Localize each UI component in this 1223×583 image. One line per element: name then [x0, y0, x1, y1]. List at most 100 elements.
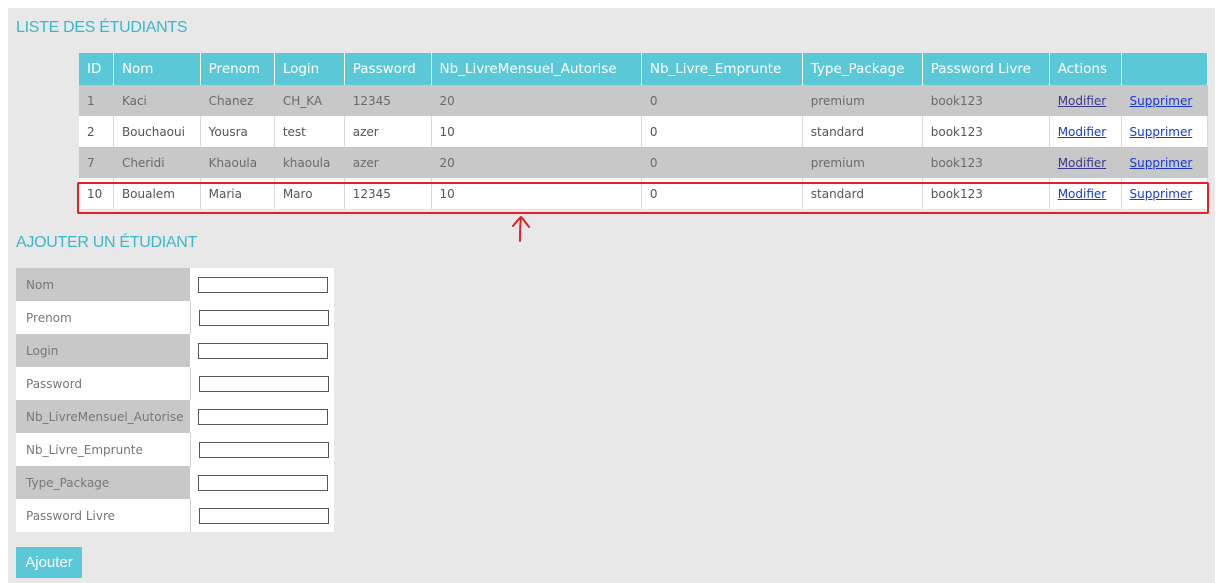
- form-label-prenom: Prenom: [16, 301, 191, 334]
- header-login: Login: [274, 53, 345, 85]
- cell-password-livre: book123: [922, 85, 1050, 116]
- cell-nom: Kaci: [113, 85, 201, 116]
- cell-password: 12345: [344, 85, 432, 116]
- type-package-input[interactable]: [198, 474, 328, 491]
- form-field-cell: [190, 334, 334, 367]
- content-area: LISTE DES ÉTUDIANTS ID Nom Prenom Login …: [8, 8, 1215, 583]
- add-student-form: Nom Prenom Login Password Nb_LivreMensue…: [16, 268, 334, 532]
- form-field-cell: [190, 433, 334, 466]
- cell-nb-emprunte: 0: [641, 85, 803, 116]
- cell-modifier: Modifier: [1049, 85, 1122, 116]
- form-field-cell: [190, 466, 334, 499]
- form-field-cell: [190, 268, 334, 301]
- form-label-password: Password: [16, 367, 191, 400]
- form-label-password-livre: Password Livre: [16, 499, 191, 532]
- cell-password-livre: book123: [922, 116, 1050, 147]
- form-row: Type_Package: [16, 466, 334, 499]
- form-row: Nb_LivreMensuel_Autorise: [16, 400, 334, 433]
- cell-modifier: Modifier: [1049, 116, 1122, 147]
- cell-login: test: [274, 116, 345, 147]
- supprimer-link[interactable]: Supprimer: [1130, 94, 1193, 108]
- header-id: ID: [79, 53, 114, 85]
- header-nb-autorise: Nb_LivreMensuel_Autorise: [431, 53, 642, 85]
- cell-type-package: standard: [802, 178, 923, 209]
- cell-id: 2: [79, 116, 114, 147]
- header-nom: Nom: [113, 53, 201, 85]
- page: LISTE DES ÉTUDIANTS ID Nom Prenom Login …: [0, 0, 1223, 583]
- cell-prenom: Yousra: [200, 116, 275, 147]
- add-title: AJOUTER UN ÉTUDIANT: [16, 234, 197, 251]
- table-header-row: ID Nom Prenom Login Password Nb_LivreMen…: [79, 53, 1209, 85]
- form-row: Prenom: [16, 301, 334, 334]
- cell-nb-autorise: 10: [431, 178, 642, 209]
- cell-id: 10: [79, 178, 114, 209]
- cell-id: 7: [79, 147, 114, 178]
- header-actions-extra: [1121, 53, 1209, 85]
- cell-supprimer: Supprimer: [1121, 147, 1209, 178]
- cell-prenom: Khaoula: [200, 147, 275, 178]
- modifier-link[interactable]: Modifier: [1058, 187, 1107, 201]
- supprimer-link[interactable]: Supprimer: [1130, 125, 1193, 139]
- cell-password: azer: [344, 116, 432, 147]
- red-hand-drawn-up-arrow-icon: [512, 216, 530, 242]
- login-input[interactable]: [198, 342, 328, 359]
- form-row: Nom: [16, 268, 334, 301]
- cell-id: 1: [79, 85, 114, 116]
- table-row: 10 Boualem Maria Maro 12345 10 0 standar…: [79, 178, 1209, 209]
- header-nb-emprunte: Nb_Livre_Emprunte: [641, 53, 803, 85]
- form-field-cell: [190, 499, 334, 532]
- table-row: 2 Bouchaoui Yousra test azer 10 0 standa…: [79, 116, 1209, 147]
- cell-nom: Cheridi: [113, 147, 201, 178]
- cell-supprimer: Supprimer: [1121, 116, 1209, 147]
- cell-prenom: Chanez: [200, 85, 275, 116]
- cell-modifier: Modifier: [1049, 147, 1122, 178]
- nom-input[interactable]: [198, 276, 328, 293]
- cell-login: Maro: [274, 178, 345, 209]
- cell-nom: Boualem: [113, 178, 201, 209]
- table-row: 1 Kaci Chanez CH_KA 12345 20 0 premium b…: [79, 85, 1209, 116]
- modifier-link[interactable]: Modifier: [1058, 156, 1107, 170]
- cell-nom: Bouchaoui: [113, 116, 201, 147]
- list-title: LISTE DES ÉTUDIANTS: [16, 19, 188, 36]
- cell-supprimer: Supprimer: [1121, 178, 1209, 209]
- password-livre-input[interactable]: [198, 507, 329, 524]
- modifier-link[interactable]: Modifier: [1058, 125, 1107, 139]
- table-row: 7 Cheridi Khaoula khaoula azer 20 0 prem…: [79, 147, 1209, 178]
- cell-type-package: premium: [802, 85, 923, 116]
- cell-password: 12345: [344, 178, 432, 209]
- form-row: Login: [16, 334, 334, 367]
- cell-password-livre: book123: [922, 147, 1050, 178]
- cell-nb-autorise: 10: [431, 116, 642, 147]
- form-field-cell: [190, 301, 334, 334]
- form-row: Nb_Livre_Emprunte: [16, 433, 334, 466]
- form-label-nb-autorise: Nb_LivreMensuel_Autorise: [16, 400, 190, 433]
- students-table: ID Nom Prenom Login Password Nb_LivreMen…: [79, 53, 1209, 209]
- cell-nb-autorise: 20: [431, 147, 642, 178]
- form-row: Password Livre: [16, 499, 334, 532]
- cell-login: CH_KA: [274, 85, 345, 116]
- cell-supprimer: Supprimer: [1121, 85, 1209, 116]
- nb-emprunte-input[interactable]: [198, 441, 329, 458]
- supprimer-link[interactable]: Supprimer: [1130, 156, 1193, 170]
- nb-autorise-input[interactable]: [198, 408, 328, 425]
- prenom-input[interactable]: [198, 309, 329, 326]
- modifier-link[interactable]: Modifier: [1058, 94, 1107, 108]
- supprimer-link[interactable]: Supprimer: [1130, 187, 1193, 201]
- cell-nb-emprunte: 0: [641, 178, 803, 209]
- form-label-login: Login: [16, 334, 190, 367]
- form-field-cell: [190, 367, 334, 400]
- header-prenom: Prenom: [200, 53, 275, 85]
- header-password-livre: Password Livre: [922, 53, 1050, 85]
- cell-login: khaoula: [274, 147, 345, 178]
- header-actions: Actions: [1049, 53, 1122, 85]
- header-password: Password: [344, 53, 432, 85]
- cell-nb-emprunte: 0: [641, 116, 803, 147]
- password-input[interactable]: [198, 375, 329, 392]
- ajouter-button[interactable]: Ajouter: [16, 547, 82, 578]
- cell-password-livre: book123: [922, 178, 1050, 209]
- header-type-package: Type_Package: [802, 53, 923, 85]
- cell-type-package: standard: [802, 116, 923, 147]
- cell-nb-autorise: 20: [431, 85, 642, 116]
- form-field-cell: [190, 400, 334, 433]
- form-label-nb-emprunte: Nb_Livre_Emprunte: [16, 433, 191, 466]
